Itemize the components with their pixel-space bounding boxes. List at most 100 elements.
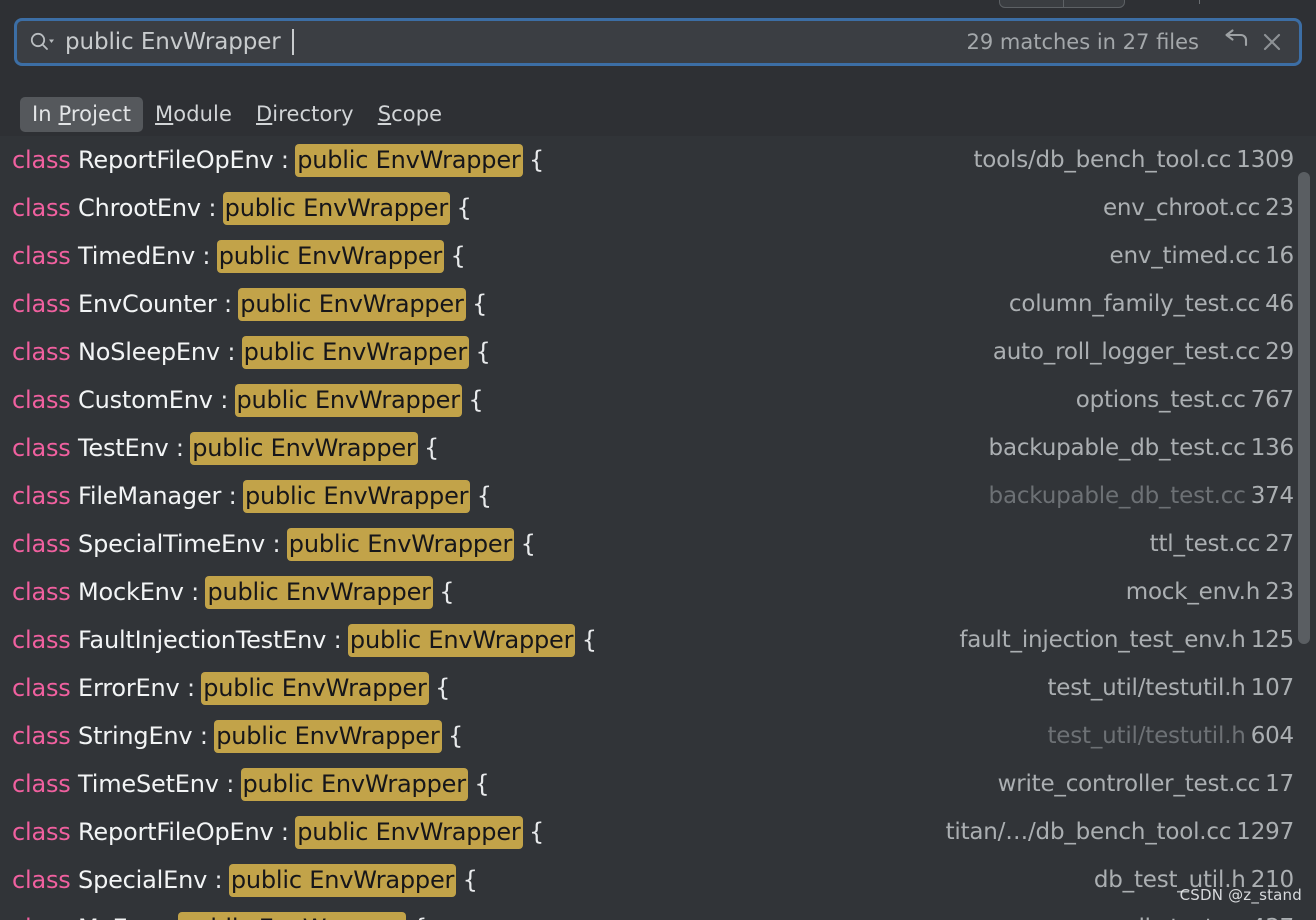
search-results-list[interactable]: class ReportFileOpEnv : public EnvWrappe… [0,136,1316,920]
tab-label-suffix: irectory [272,101,354,126]
result-row[interactable]: class ReportFileOpEnv : public EnvWrappe… [0,808,1316,856]
result-code-snippet: class StringEnv : public EnvWrapper { [12,720,464,752]
match-highlight: public EnvWrapper [239,288,465,320]
result-row[interactable]: class TestEnv : public EnvWrapper {backu… [0,424,1316,472]
result-file-path: mock_env.h [1125,579,1261,605]
code-space-2 [432,578,439,606]
code-space-2 [574,626,581,654]
result-row[interactable]: class EnvCounter : public EnvWrapper {co… [0,280,1316,328]
result-file-path: db_test_util.h [1093,867,1246,893]
results-scrollbar[interactable] [1295,136,1313,920]
result-file-path: column_family_test.cc [1008,291,1261,317]
search-input-value: public EnvWrapper [65,29,288,55]
tab-directory[interactable]: Directory [244,97,366,132]
tab-mnemonic: S [377,101,392,126]
code-class-name: ReportFileOpEnv [78,817,274,846]
result-row[interactable]: class ChrootEnv : public EnvWrapper {env… [0,184,1316,232]
result-row[interactable]: class ReportFileOpEnv : public EnvWrappe… [0,136,1316,184]
top-toolbar-strip [0,0,1316,14]
find-in-path-search-field[interactable]: public EnvWrapper 29 matches in 27 files [14,18,1302,66]
result-row[interactable]: class TimeSetEnv : public EnvWrapper {wr… [0,760,1316,808]
match-highlight: public EnvWrapper [296,144,522,176]
result-location: env_timed.cc 16 [1110,243,1302,269]
code-brace: { [462,865,478,894]
code-keyword: class [12,385,71,414]
tab-label-prefix: In [32,101,59,126]
code-space-2 [469,482,476,510]
search-icon[interactable] [29,30,55,54]
result-row[interactable]: class FaultInjectionTestEnv : public Env… [0,616,1316,664]
result-file-path: env_timed.cc [1109,243,1261,269]
code-brace: { [447,721,464,750]
result-file-path: env_chroot.cc [1102,195,1261,221]
search-input-text-zone[interactable]: public EnvWrapper [65,29,967,55]
code-class-name: CustomEnv [78,385,213,414]
code-space-2 [441,722,448,750]
code-brace: { [412,914,427,920]
result-line-number: 23 [1265,579,1294,605]
code-separator: : [200,193,224,222]
code-space-2 [522,818,529,846]
result-row[interactable]: class CustomEnv : public EnvWrapper {opt… [0,376,1316,424]
code-separator: : [265,529,288,558]
result-row[interactable]: class FileManager : public EnvWrapper {b… [0,472,1316,520]
match-highlight: public EnvWrapper [296,816,522,848]
code-keyword: class [12,673,71,702]
segmented-control-remnant[interactable] [999,0,1125,8]
result-location: column_family_test.cc 46 [1009,291,1302,317]
result-line-number: 374 [1250,483,1295,509]
result-row[interactable]: class StringEnv : public EnvWrapper {tes… [0,712,1316,760]
result-line-number: 29 [1265,339,1294,365]
code-separator: : [221,481,244,510]
result-location: db_test_util.h 210 [1094,867,1302,893]
code-class-name: SpecialTimeEnv [78,529,266,558]
result-location: mock_env.h 23 [1126,579,1302,605]
code-keyword: class [12,721,71,750]
result-file-path: db_test.cc [1130,915,1246,920]
result-location: ttl_test.cc 27 [1150,531,1302,557]
result-row[interactable]: class MyEnv : public EnvWrapper {db_test… [0,904,1316,920]
result-location: backupable_db_test.cc 374 [989,483,1302,509]
result-line-number: 604 [1250,723,1295,749]
code-class-name: MockEnv [78,577,184,606]
result-row[interactable]: class SpecialEnv : public EnvWrapper {db… [0,856,1316,904]
match-highlight: public EnvWrapper [179,912,405,920]
tab-in-project[interactable]: In Project [20,96,144,132]
result-code-snippet: class FaultInjectionTestEnv : public Env… [12,624,597,656]
result-code-snippet: class NoSleepEnv : public EnvWrapper { [12,336,491,368]
result-location: auto_roll_logger_test.cc 29 [993,339,1302,365]
result-row[interactable]: class SpecialTimeEnv : public EnvWrapper… [0,520,1316,568]
code-separator: : [194,241,218,270]
result-file-path: titan/…/db_bench_tool.cc [945,819,1232,845]
tab-mnemonic: P [58,101,71,126]
result-row[interactable]: class ErrorEnv : public EnvWrapper {test… [0,664,1316,712]
reset-arrow-icon[interactable] [1219,25,1253,59]
tab-module[interactable]: Module [143,97,244,132]
match-highlight: public EnvWrapper [287,528,514,560]
result-line-number: 210 [1250,867,1295,893]
result-line-number: 1297 [1236,819,1294,845]
match-highlight: public EnvWrapper [217,240,444,272]
match-highlight: public EnvWrapper [242,336,469,368]
match-highlight: public EnvWrapper [223,192,450,224]
result-row[interactable]: class MockEnv : public EnvWrapper {mock_… [0,568,1316,616]
code-keyword: class [12,625,71,654]
tab-mnemonic: D [256,101,273,126]
result-file-path: test_util/testutil.h [1047,675,1246,701]
result-row[interactable]: class TimedEnv : public EnvWrapper {env_… [0,232,1316,280]
result-row[interactable]: class NoSleepEnv : public EnvWrapper { au… [0,328,1316,376]
tab-scope[interactable]: Scope [366,97,454,132]
code-brace: { [424,433,440,462]
result-line-number: 17 [1265,771,1294,797]
code-separator: : [207,865,230,894]
close-icon[interactable] [1255,25,1289,59]
code-brace: { [529,145,545,174]
code-class-name: TimeSetEnv [78,769,219,798]
scrollbar-thumb[interactable] [1298,172,1310,644]
code-class-name: FileManager [78,481,222,510]
